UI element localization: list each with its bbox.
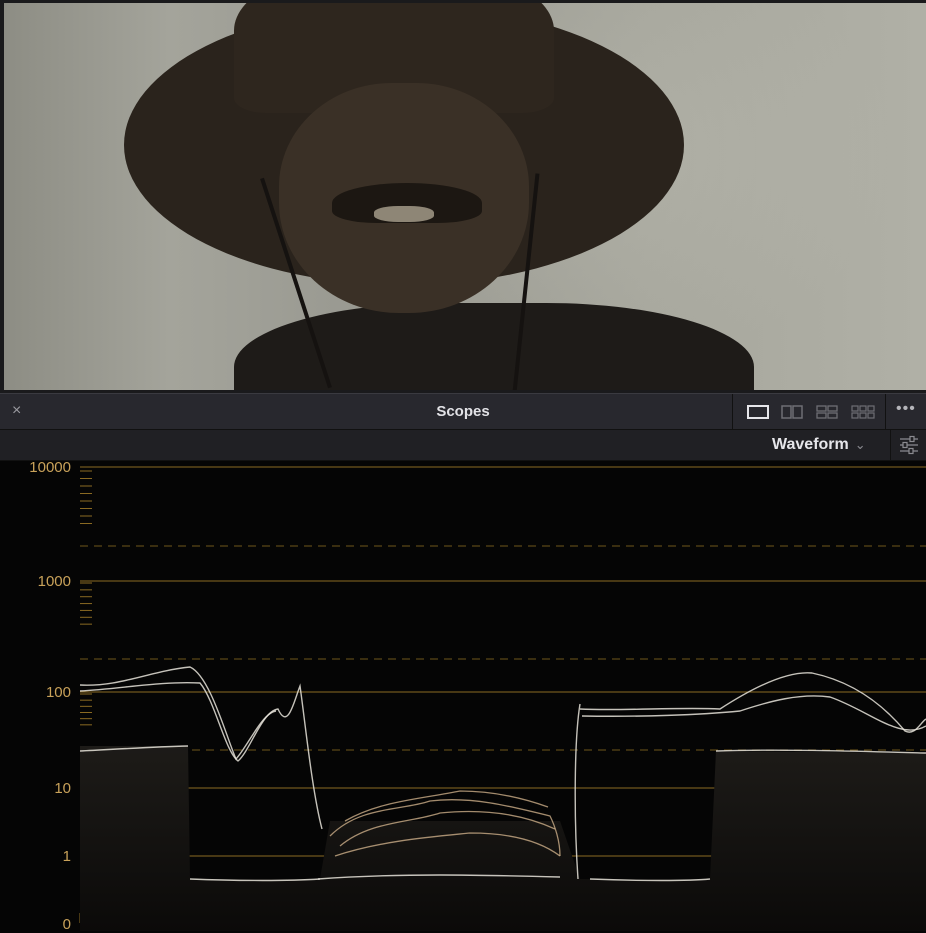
more-options-button[interactable]: ••• <box>896 400 916 418</box>
waveform-fill <box>80 746 926 931</box>
waveform-graph <box>79 466 926 931</box>
waveform-trace <box>574 703 581 880</box>
scopes-panel-header: × Scopes ••• <box>0 393 926 430</box>
waveform-trace <box>79 666 277 761</box>
chevron-down-icon: ⌄ <box>854 437 866 452</box>
scale-label-100: 100 <box>45 684 71 701</box>
scope-settings-button[interactable] <box>890 430 926 460</box>
single-layout-icon[interactable] <box>747 405 769 419</box>
waveform-trace <box>579 672 926 733</box>
layout-toggle-group <box>732 394 886 430</box>
scope-type-label: Waveform <box>772 436 849 453</box>
six-layout-icon[interactable] <box>851 405 875 419</box>
dual-layout-icon[interactable] <box>781 405 803 419</box>
waveform-display: 10000 1000 100 10 1 0 <box>0 459 926 933</box>
viewer <box>0 0 926 393</box>
sliders-icon <box>900 435 918 455</box>
scale-label-10000: 10000 <box>29 459 71 476</box>
scope-type-dropdown[interactable]: Waveform ⌄ <box>772 436 866 454</box>
scale-label-1000: 1000 <box>37 573 71 590</box>
scale-label-1: 1 <box>62 848 71 865</box>
scale-label-10: 10 <box>54 780 71 797</box>
video-frame <box>4 3 926 390</box>
scope-toolbar: Waveform ⌄ <box>0 430 926 461</box>
quad-layout-icon[interactable] <box>816 405 838 419</box>
scale-label-0: 0 <box>62 916 71 933</box>
